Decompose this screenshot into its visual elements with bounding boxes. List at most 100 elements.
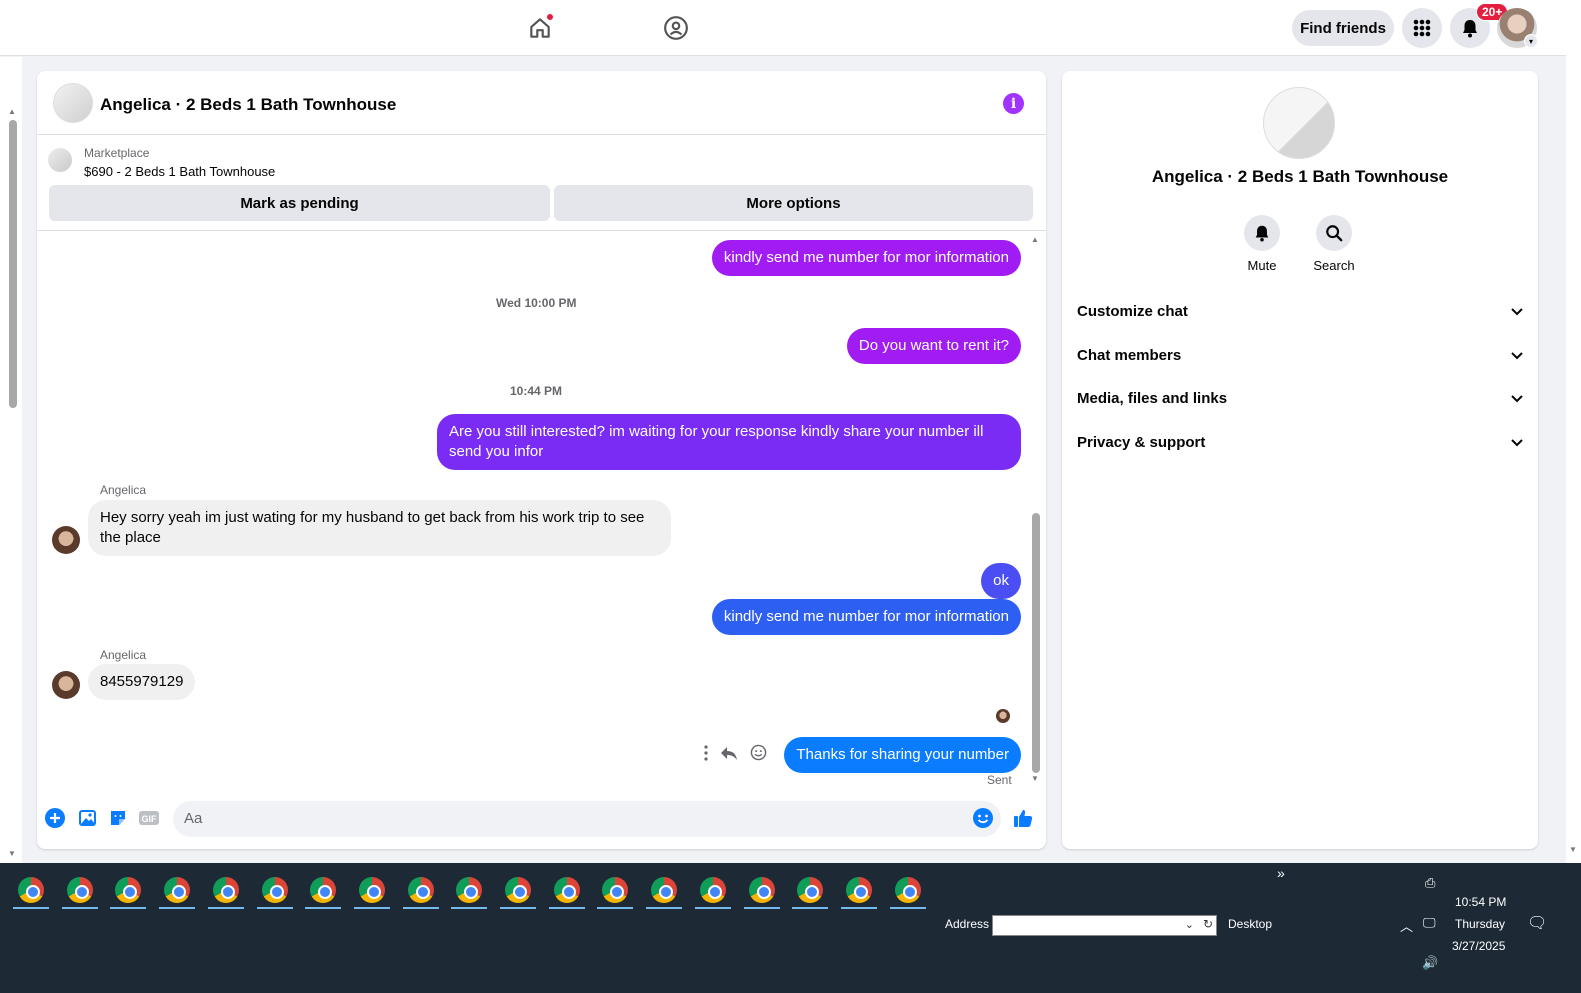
thumbs-up-icon[interactable] (1012, 807, 1034, 829)
row-label: Privacy & support (1077, 433, 1206, 451)
message-input[interactable]: Aa (173, 801, 1001, 837)
taskbar-chrome-window[interactable] (742, 871, 782, 909)
taskbar-chrome-window[interactable] (547, 871, 587, 909)
search-button[interactable]: Search (1304, 215, 1364, 273)
scroll-up-arrow-icon[interactable]: ▲ (1031, 235, 1039, 244)
sender-avatar[interactable] (52, 671, 80, 699)
desktop-toolbar-label[interactable]: Desktop (1228, 917, 1272, 931)
incoming-message[interactable]: Hey sorry yeah im just wating for my hus… (88, 500, 671, 556)
listing-price-title[interactable]: $690 - 2 Beds 1 Bath Townhouse (84, 164, 275, 179)
plus-icon[interactable] (44, 807, 66, 829)
taskbar-chrome-window[interactable] (790, 871, 830, 909)
chrome-icon (505, 877, 531, 903)
find-friends-button[interactable]: Find friends (1292, 10, 1394, 46)
running-indicator (207, 907, 244, 909)
chat-window: Angelica · 2 Beds 1 Bath Townhouse i Mar… (37, 71, 1046, 849)
search-icon[interactable] (1316, 215, 1352, 251)
taskbar-chrome-window[interactable] (108, 871, 148, 909)
taskbar-chrome-window[interactable] (255, 871, 295, 909)
clock-day[interactable]: Thursday (1455, 917, 1505, 931)
mute-button[interactable]: Mute (1232, 215, 1292, 273)
scrollbar-thumb[interactable] (9, 120, 17, 408)
outgoing-message[interactable]: ok (981, 563, 1021, 599)
timestamp: Wed 10:00 PM (496, 296, 577, 310)
show-hidden-icons-chevron-icon[interactable]: ︿ (1400, 916, 1413, 935)
more-options-button[interactable]: More options (554, 185, 1033, 221)
taskbar-chrome-window[interactable] (157, 871, 197, 909)
incoming-message[interactable]: 8455979129 (88, 664, 196, 700)
scroll-down-arrow-icon[interactable]: ▼ (1569, 845, 1577, 854)
taskbar-chrome-window[interactable] (60, 871, 100, 909)
scroll-down-arrow-icon[interactable]: ▼ (8, 849, 16, 858)
network-icon[interactable]: 🖵 (1423, 915, 1436, 931)
page-scrollbar[interactable]: ▼ (1566, 0, 1581, 863)
sender-avatar[interactable] (52, 526, 80, 554)
chevron-down-icon (1511, 303, 1523, 320)
chat-title[interactable]: Angelica · 2 Beds 1 Bath Townhouse (100, 95, 396, 115)
more-dots-icon[interactable] (704, 744, 708, 766)
bell-icon[interactable] (1244, 215, 1280, 251)
taskbar-chrome-window[interactable] (595, 871, 635, 909)
refresh-icon[interactable]: ↻ (1203, 917, 1213, 931)
taskbar-chrome-window[interactable] (11, 871, 51, 909)
listing-thumbnail[interactable] (48, 148, 72, 172)
listing-avatar-large[interactable] (1263, 87, 1335, 159)
groups-icon[interactable] (658, 10, 694, 46)
taskbar-chrome-window[interactable] (839, 871, 879, 909)
marketplace-listing-bar: Marketplace $690 - 2 Beds 1 Bath Townhou… (37, 135, 1046, 231)
listing-avatar[interactable] (53, 83, 93, 123)
row-label: Media, files and links (1077, 389, 1228, 407)
action-center-icon[interactable]: 🗨 (1527, 913, 1547, 933)
taskbar-chrome-window[interactable] (303, 871, 343, 909)
running-indicator (305, 907, 342, 909)
clock-date[interactable]: 3/27/2025 (1452, 939, 1505, 953)
sent-status: Sent (987, 773, 1012, 787)
clock-time[interactable]: 10:54 PM (1455, 895, 1506, 909)
taskbar-chrome-window[interactable] (206, 871, 246, 909)
photo-icon[interactable] (76, 807, 98, 829)
overflow-chevron-icon[interactable]: » (1277, 865, 1285, 881)
meet-now-icon[interactable]: ⎙ (1425, 875, 1435, 891)
gif-icon[interactable]: GIF (138, 807, 160, 829)
taskbar-chrome-window[interactable] (498, 871, 538, 909)
react-smiley-icon[interactable] (750, 744, 767, 766)
privacy-support-row[interactable]: Privacy & support (1077, 420, 1523, 464)
taskbar-chrome-window[interactable] (352, 871, 392, 909)
taskbar-chrome-window[interactable] (449, 871, 489, 909)
windows-taskbar: » Address ⌄ ↻ Desktop ⎙ ︿ 🖵 🔊 10:54 PM T… (0, 863, 1581, 993)
scrollbar-thumb[interactable] (1032, 513, 1040, 773)
mark-as-pending-button[interactable]: Mark as pending (49, 185, 550, 221)
sticker-icon[interactable] (107, 807, 129, 829)
left-scrollbar[interactable]: ▲ ▼ (0, 57, 22, 863)
chevron-down-icon[interactable]: ▾ (1524, 34, 1538, 48)
address-input[interactable]: ⌄ ↻ (992, 915, 1217, 936)
read-receipt-avatar (996, 709, 1010, 723)
taskbar-chrome-window[interactable] (401, 871, 441, 909)
chat-members-row[interactable]: Chat members (1077, 333, 1523, 377)
running-indicator (889, 907, 926, 909)
running-indicator (61, 907, 98, 909)
outgoing-message[interactable]: Are you still interested? im waiting for… (437, 414, 1021, 470)
reply-icon[interactable] (720, 745, 738, 766)
menu-grid-icon[interactable] (1402, 8, 1442, 48)
chrome-icon (651, 877, 678, 903)
outgoing-message[interactable]: Thanks for sharing your number (784, 737, 1021, 773)
info-icon[interactable]: i (1003, 93, 1024, 114)
media-files-links-row[interactable]: Media, files and links (1077, 376, 1523, 420)
taskbar-chrome-window[interactable] (693, 871, 733, 909)
home-icon[interactable] (522, 10, 558, 46)
outgoing-message[interactable]: kindly send me number for mor informatio… (711, 240, 1021, 276)
chevron-down-icon[interactable]: ⌄ (1185, 918, 1194, 931)
taskbar-chrome-window[interactable] (644, 871, 684, 909)
emoji-icon[interactable] (972, 807, 994, 829)
customize-chat-row[interactable]: Customize chat (1077, 289, 1523, 333)
outgoing-message[interactable]: Do you want to rent it? (846, 328, 1021, 364)
chrome-icon (553, 877, 580, 903)
scroll-up-arrow-icon[interactable]: ▲ (8, 107, 16, 116)
chrome-icon (602, 877, 629, 903)
volume-icon[interactable]: 🔊 (1422, 955, 1438, 971)
scroll-down-arrow-icon[interactable]: ▼ (1031, 774, 1039, 783)
taskbar-chrome-window[interactable] (888, 871, 928, 909)
outgoing-message[interactable]: kindly send me number for mor informatio… (711, 599, 1021, 635)
chat-scrollbar[interactable]: ▲ ▼ (1030, 233, 1042, 788)
